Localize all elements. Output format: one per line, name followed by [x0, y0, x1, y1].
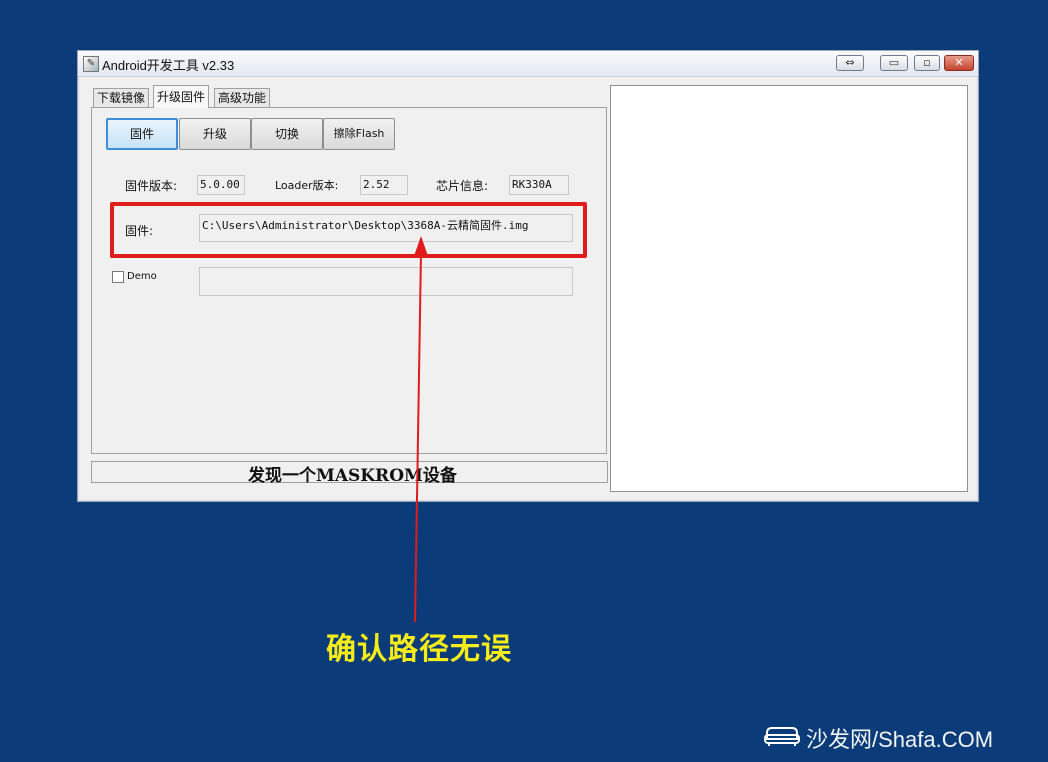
annotation-text: 确认路径无误: [326, 632, 512, 667]
restore-arrows-button[interactable]: ⇔: [836, 55, 864, 71]
app-window: ✎ Android开发工具 v2.33 ⇔ ▭ ▫ ✕ 下载镜像 升级固件 高级…: [77, 50, 979, 502]
app-icon: ✎: [83, 56, 99, 72]
tab-advanced[interactable]: 高级功能: [214, 88, 271, 107]
tab-label: 下载镜像: [97, 91, 146, 105]
tab-upgrade-firmware[interactable]: 升级固件: [153, 85, 210, 108]
firmware-path-label: 固件:: [125, 224, 154, 238]
watermark-text: 沙发网/Shafa.COM: [806, 727, 994, 752]
firmware-version-label: 固件版本:: [125, 179, 178, 193]
title-bar[interactable]: ✎ Android开发工具 v2.33 ⇔ ▭ ▫ ✕: [78, 51, 978, 77]
close-icon: ✕: [954, 56, 964, 69]
demo-label: Demo: [127, 271, 157, 282]
sofa-logo-icon: [764, 727, 800, 746]
status-text: 发现一个MASKROM设备: [248, 466, 457, 486]
log-panel[interactable]: [610, 85, 968, 492]
tab-label: 升级固件: [157, 90, 206, 104]
chip-info-label: 芯片信息:: [436, 179, 489, 193]
loader-version-field: 2.52: [360, 175, 408, 195]
erase-flash-button[interactable]: 擦除Flash: [323, 118, 395, 150]
demo-field[interactable]: [199, 267, 573, 296]
chip-info-field: RK330A: [509, 175, 569, 195]
demo-checkbox[interactable]: [112, 271, 124, 283]
firmware-path-field[interactable]: C:\Users\Administrator\Desktop\3368A-云精简…: [199, 214, 573, 242]
tab-download-image[interactable]: 下载镜像: [93, 88, 150, 107]
upgrade-button[interactable]: 升级: [179, 118, 251, 150]
maximize-button[interactable]: ▫: [914, 55, 940, 71]
maximize-icon: ▫: [923, 56, 931, 69]
tab-label: 高级功能: [218, 91, 267, 105]
window-title: Android开发工具 v2.33: [102, 58, 235, 73]
firmware-version-field: 5.0.00: [197, 175, 245, 195]
close-button[interactable]: ✕: [944, 55, 974, 71]
switch-button[interactable]: 切换: [251, 118, 323, 150]
minimize-button[interactable]: ▭: [880, 55, 908, 71]
minimize-icon: ▭: [888, 56, 900, 69]
double-arrow-icon: ⇔: [845, 56, 855, 69]
loader-version-label: Loader版本:: [275, 179, 339, 192]
firmware-button[interactable]: 固件: [106, 118, 178, 150]
